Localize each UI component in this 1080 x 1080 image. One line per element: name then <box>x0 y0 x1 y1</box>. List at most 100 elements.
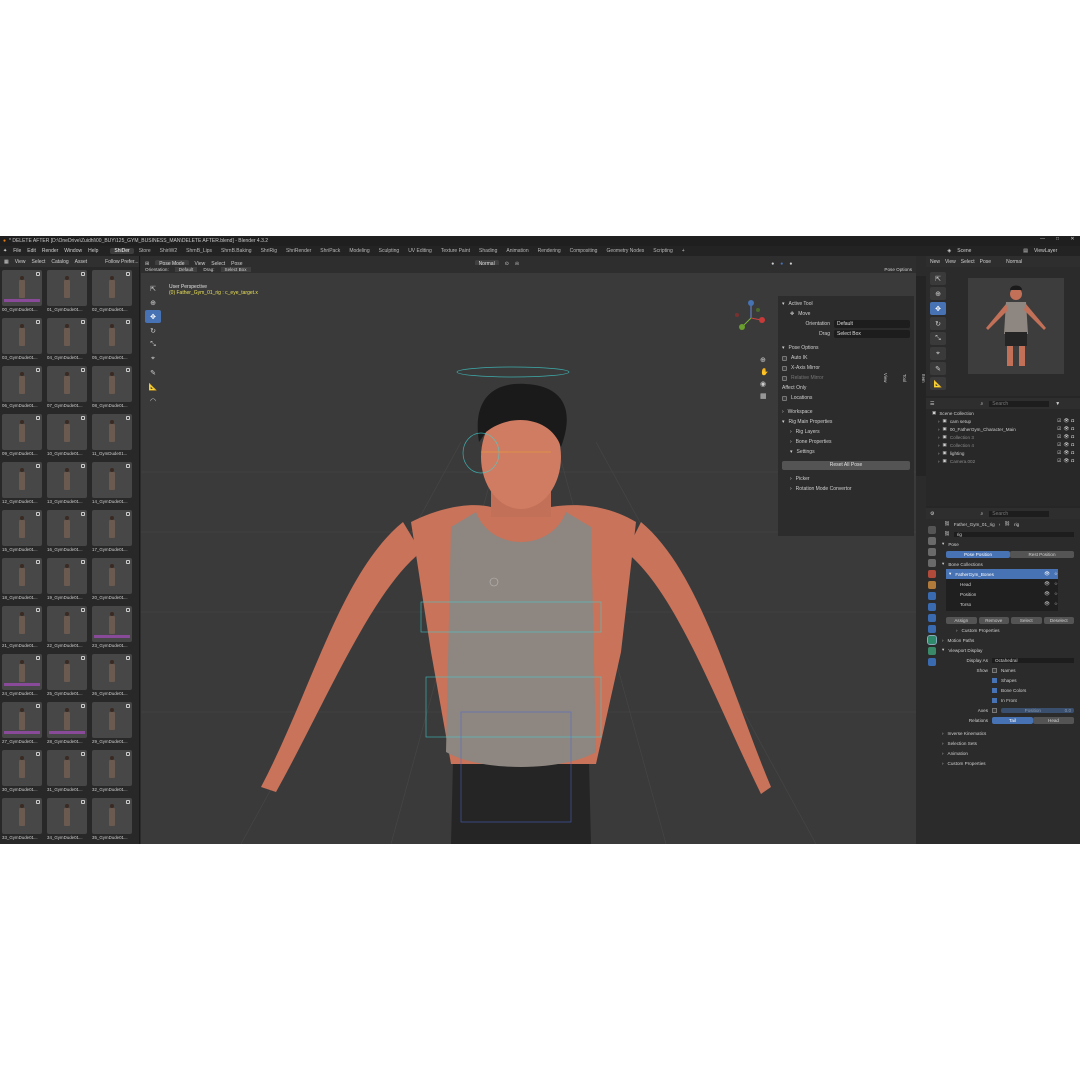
workspace-tab[interactable]: UV Editing <box>404 248 436 254</box>
np-settings[interactable]: ▾ Settings <box>782 447 910 457</box>
camera-render-icon[interactable]: ◘ <box>1071 426 1074 432</box>
editor-type-icon[interactable]: ▦ <box>4 259 9 265</box>
workspace-tab[interactable]: Sculpting <box>375 248 404 254</box>
measure-tool-icon[interactable]: 📐 <box>145 380 161 393</box>
asset-item[interactable]: 30_GymDude01... <box>2 750 44 794</box>
world-tab-icon[interactable] <box>928 581 936 589</box>
scene-selector[interactable]: Scene <box>957 248 1017 254</box>
asset-item[interactable]: 26_GymDude01... <box>92 654 134 698</box>
asset-item[interactable]: 13_GymDude01... <box>47 462 89 506</box>
rc-menu-select[interactable]: Select <box>961 259 975 265</box>
menu-file[interactable]: File <box>13 248 21 254</box>
asset-item[interactable]: 10_GymDude01... <box>47 414 89 458</box>
expand-chevron-icon[interactable]: › <box>938 451 940 456</box>
rc-shading-dropdown[interactable]: Normal <box>1006 259 1022 265</box>
armature-data-tab-icon[interactable] <box>927 635 937 645</box>
np-x-axis-mirror[interactable]: X-Axis Mirror <box>782 363 910 373</box>
asset-item[interactable]: 29_GymDude01... <box>92 702 134 746</box>
asset-menu-view[interactable]: View <box>15 259 26 265</box>
outliner-row[interactable]: › ▣ 00_FatherGym_Character_Main ☑ 👁 ◘ <box>926 425 1080 433</box>
outliner-row[interactable]: › ▣ cam setup ☑ 👁 ◘ <box>926 417 1080 425</box>
secondary-viewport[interactable]: New View Select Pose Normal ⇱ ⊕ ✥ ↻ ⤡ ⌖ … <box>926 256 1080 396</box>
3d-viewport[interactable]: ⊞ Pose Mode View Select Pose Normal ⊙ ◎ … <box>141 256 916 844</box>
scale-tool-icon[interactable]: ⤡ <box>145 338 161 351</box>
np-auto-ik[interactable]: Auto IK <box>782 353 910 363</box>
outliner-row[interactable]: › ▣ Camera.002 ☑ 👁 ◘ <box>926 457 1080 465</box>
asset-item[interactable]: 31_GymDude01... <box>47 750 89 794</box>
filter-icon[interactable]: ▼ <box>1055 401 1060 407</box>
assign-button[interactable]: Assign <box>946 616 977 624</box>
axes-checkbox[interactable] <box>992 707 997 713</box>
viewport-display-panel[interactable]: ▾ Viewport Display <box>926 645 1080 655</box>
display-as-dropdown[interactable]: Octahedral <box>992 657 1074 663</box>
asset-item[interactable]: 11_GymDude01... <box>92 414 134 458</box>
menu-window[interactable]: Window <box>64 248 82 254</box>
visibility-eye-icon[interactable]: 👁 <box>1063 418 1069 424</box>
expand-chevron-icon[interactable]: › <box>938 427 940 432</box>
physics-tab-icon[interactable] <box>928 614 936 622</box>
object-tab-icon[interactable] <box>928 592 936 600</box>
tool-tab-icon[interactable] <box>928 526 936 534</box>
exclude-checkbox-icon[interactable]: ☑ <box>1057 434 1061 440</box>
navigation-gizmo[interactable] <box>731 298 771 338</box>
view-layer-tab-icon[interactable] <box>928 559 936 567</box>
follow-prefs-dropdown[interactable]: Follow Prefer... <box>105 259 138 265</box>
select-button[interactable]: Select <box>1011 616 1042 624</box>
bone-collection-position[interactable]: Position 👁 ☆ <box>946 589 1058 599</box>
relations-head-button[interactable]: Head <box>1033 716 1074 724</box>
close-button[interactable]: ✕ <box>1065 236 1080 242</box>
camera-render-icon[interactable]: ◘ <box>1071 458 1074 464</box>
visibility-eye-icon[interactable]: 👁 <box>1063 458 1069 464</box>
outliner-search-input[interactable]: Search <box>989 400 1050 407</box>
motion-paths-panel[interactable]: › Motion Paths <box>926 635 1080 645</box>
asset-item[interactable]: 06_GymDude01... <box>2 366 44 410</box>
exclude-checkbox-icon[interactable]: ☑ <box>1057 458 1061 464</box>
rc-scale-tool-icon[interactable]: ⤡ <box>930 332 946 345</box>
selection-sets-panel[interactable]: › Selection Sets <box>926 738 1080 748</box>
viewlayer-selector[interactable]: ViewLayer <box>1034 248 1074 254</box>
grid-view-icon[interactable]: ▦ <box>760 392 769 400</box>
asset-item[interactable]: 27_GymDude01... <box>2 702 44 746</box>
asset-item[interactable]: 24_GymDude01... <box>2 654 44 698</box>
animation-panel[interactable]: › Animation <box>926 748 1080 758</box>
asset-item[interactable]: 19_GymDude01... <box>47 558 89 602</box>
visibility-eye-icon[interactable]: 👁 <box>1063 426 1069 432</box>
workspace-tab[interactable]: ShrnB.Baking <box>217 248 256 254</box>
new-button[interactable]: New <box>930 259 940 265</box>
outliner-row[interactable]: › ▣ lighting ☑ 👁 ◘ <box>926 449 1080 457</box>
pose-panel-header[interactable]: ▾ Pose <box>926 539 1080 549</box>
tab-tool[interactable]: Tool <box>902 374 907 382</box>
workspace-tab[interactable]: Modeling <box>345 248 373 254</box>
asset-item[interactable]: 32_GymDude01... <box>92 750 134 794</box>
asset-item[interactable]: 03_GymDude01... <box>2 318 44 362</box>
asset-item[interactable]: 22_GymDude01... <box>47 606 89 650</box>
custom-properties-panel[interactable]: › Custom Properties <box>926 758 1080 768</box>
props-search-input[interactable]: Search <box>989 510 1050 517</box>
outliner-row[interactable]: › ▣ Collection 4 ☑ 👁 ◘ <box>926 441 1080 449</box>
shapes-checkbox[interactable] <box>992 677 997 683</box>
asset-item[interactable]: 01_GymDude01... <box>47 270 89 314</box>
scene-tab-icon[interactable] <box>928 570 936 578</box>
remove-button[interactable]: Remove <box>978 616 1009 624</box>
np-bone-properties[interactable]: › Bone Properties <box>782 437 910 447</box>
asset-item[interactable]: 00_GymDude01... <box>2 270 44 314</box>
asset-item[interactable]: 02_GymDude01... <box>92 270 134 314</box>
np-workspace-header[interactable]: › Workspace <box>782 407 910 417</box>
bone-collection-fathergym[interactable]: ▾ FatherGym_Bones 👁 ☆ <box>946 569 1058 579</box>
asset-item[interactable]: 12_GymDude01... <box>2 462 44 506</box>
asset-item[interactable]: 07_GymDude01... <box>47 366 89 410</box>
pose-position-button[interactable]: Pose Position <box>946 550 1010 558</box>
asset-menu-select[interactable]: Select <box>31 259 45 265</box>
properties-editor-icon[interactable]: ⚙ <box>930 511 934 517</box>
reset-all-pose-button[interactable]: Reset All Pose <box>782 461 910 470</box>
menu-render[interactable]: Render <box>42 248 58 254</box>
camera-render-icon[interactable]: ◘ <box>1071 418 1074 424</box>
workspace-tab[interactable]: ShriPack <box>316 248 344 254</box>
zoom-icon[interactable]: ⊕ <box>760 356 769 364</box>
asset-item[interactable]: 14_GymDude01... <box>92 462 134 506</box>
visibility-eye-icon[interactable]: 👁 <box>1063 434 1069 440</box>
asset-menu-catalog[interactable]: Catalog <box>51 259 68 265</box>
exclude-checkbox-icon[interactable]: ☑ <box>1057 418 1061 424</box>
tab-view[interactable]: View <box>883 373 888 382</box>
rc-move-tool-icon[interactable]: ✥ <box>930 302 946 315</box>
